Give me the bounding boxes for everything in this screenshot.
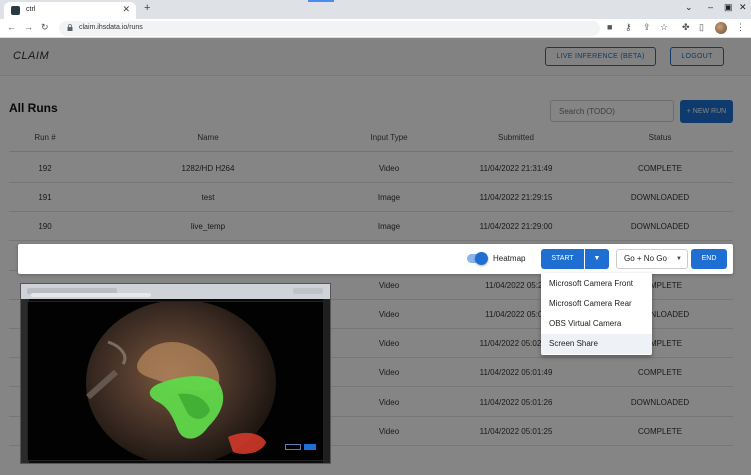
menu-item-camera-front[interactable]: Microsoft Camera Front	[541, 274, 652, 294]
forward-icon[interactable]: →	[24, 23, 33, 32]
close-tab-icon[interactable]: ✕	[122, 5, 130, 14]
minimize-icon[interactable]: –	[708, 3, 713, 12]
lock-icon	[67, 24, 73, 31]
menu-kebab-icon[interactable]: ⋮	[736, 23, 745, 32]
start-dropdown-button[interactable]: ▼	[585, 249, 609, 269]
bookmark-star-icon[interactable]: ☆	[660, 23, 668, 32]
tab-drag-indicator	[308, 0, 334, 2]
preview-browser-bar	[21, 284, 330, 299]
key-icon[interactable]: ⚷	[625, 23, 632, 32]
browser-tab[interactable]: ctrl ✕	[4, 2, 136, 19]
start-button[interactable]: START	[541, 249, 584, 269]
inference-control-bar: Heatmap START ▼ Go + No Go ▼ END	[18, 244, 733, 274]
heatmap-label: Heatmap	[493, 254, 526, 263]
favicon-icon	[11, 6, 20, 15]
menu-item-screen-share[interactable]: Screen Share	[541, 334, 652, 354]
tab-title: ctrl	[26, 6, 36, 13]
maximize-icon[interactable]: ▣	[724, 3, 733, 12]
live-preview	[20, 283, 331, 464]
extensions-icon[interactable]: ✤	[682, 23, 690, 32]
preview-outline-button	[285, 444, 301, 450]
model-select[interactable]: Go + No Go ▼	[616, 249, 688, 269]
model-select-value: Go + No Go	[624, 254, 667, 263]
preview-url-strip	[31, 293, 151, 297]
url-text: claim.ihsdata.io/runs	[79, 24, 143, 31]
heatmap-overlay	[86, 340, 266, 454]
browser-toolbar: ← → ↻ claim.ihsdata.io/runs ■ ⚷ ⇪ ☆ ✤ ▯ …	[0, 19, 751, 38]
preview-right-strip	[323, 299, 330, 463]
menu-item-obs-camera[interactable]: OBS Virtual Camera	[541, 314, 652, 334]
new-tab-icon[interactable]: +	[144, 3, 150, 14]
window-close-icon[interactable]: ✕	[739, 3, 747, 12]
caret-down-icon: ▼	[593, 255, 601, 262]
caret-down-icon: ▼	[676, 256, 682, 262]
reload-icon[interactable]: ↻	[41, 23, 49, 32]
camera-icon[interactable]: ■	[607, 23, 612, 32]
end-button[interactable]: END	[691, 249, 727, 269]
share-icon[interactable]: ⇪	[643, 23, 651, 32]
preview-toolbar-icons	[293, 288, 323, 294]
sidepanel-icon[interactable]: ▯	[699, 23, 704, 32]
heatmap-toggle[interactable]	[475, 252, 488, 265]
tab-search-icon[interactable]: ⌄	[685, 3, 693, 12]
source-menu: Microsoft Camera Front Microsoft Camera …	[541, 273, 652, 355]
profile-avatar[interactable]	[715, 22, 727, 34]
menu-item-camera-rear[interactable]: Microsoft Camera Rear	[541, 294, 652, 314]
browser-tab-bar: ctrl ✕ + ⌄ – ▣ ✕	[0, 0, 751, 19]
back-icon[interactable]: ←	[7, 23, 16, 32]
preview-fill-button	[304, 444, 316, 450]
preview-frame	[27, 301, 324, 461]
address-bar[interactable]: claim.ihsdata.io/runs	[59, 21, 600, 36]
preview-buttons	[285, 444, 319, 451]
